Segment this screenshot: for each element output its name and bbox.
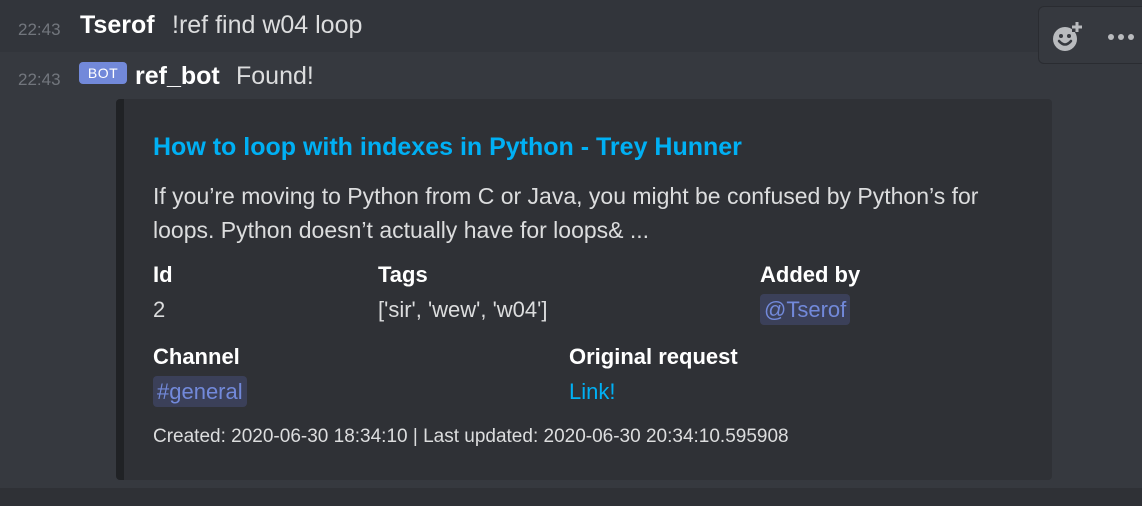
field-value-channel: #general	[153, 376, 247, 407]
original-request-link[interactable]: Link!	[569, 379, 615, 404]
more-options-icon	[1108, 34, 1134, 40]
message-tserof: 22:43 Tserof !ref find w04 loop	[0, 0, 1142, 64]
channel-mention[interactable]: #general	[153, 376, 247, 407]
embed-footer: Created: 2020-06-30 18:34:10 | Last upda…	[153, 426, 789, 447]
message-content: !ref find w04 loop	[172, 11, 363, 39]
bottom-divider	[0, 488, 1142, 506]
bot-badge: BOT	[79, 62, 127, 84]
message-author[interactable]: ref_bot	[135, 62, 220, 91]
message-toolbar	[1038, 6, 1142, 64]
more-options-button[interactable]	[1101, 17, 1141, 57]
user-mention[interactable]: @Tserof	[760, 294, 851, 325]
field-name-channel: Channel	[153, 344, 240, 369]
field-value-original-request: Link!	[569, 379, 615, 405]
embed-description: If you’re moving to Python from C or Jav…	[153, 183, 979, 243]
field-name-added-by: Added by	[760, 262, 861, 287]
message-content: Found!	[236, 62, 314, 90]
field-value-id: 2	[153, 297, 166, 322]
field-name-original-request: Original request	[569, 344, 738, 369]
field-name-tags: Tags	[378, 262, 428, 287]
message-author[interactable]: Tserof	[80, 11, 155, 40]
message-timestamp: 22:43	[18, 20, 61, 39]
message-timestamp: 22:43	[18, 70, 61, 89]
embed-title-link[interactable]: How to loop with indexes in Python - Tre…	[153, 133, 742, 162]
field-value-tags: ['sir', 'wew', 'w04']	[378, 297, 548, 322]
add-reaction-button[interactable]	[1047, 17, 1087, 57]
add-reaction-icon	[1053, 22, 1082, 51]
field-value-added-by: @Tserof	[760, 294, 851, 325]
embed-card: How to loop with indexes in Python - Tre…	[116, 99, 1052, 480]
field-name-id: Id	[153, 262, 173, 287]
